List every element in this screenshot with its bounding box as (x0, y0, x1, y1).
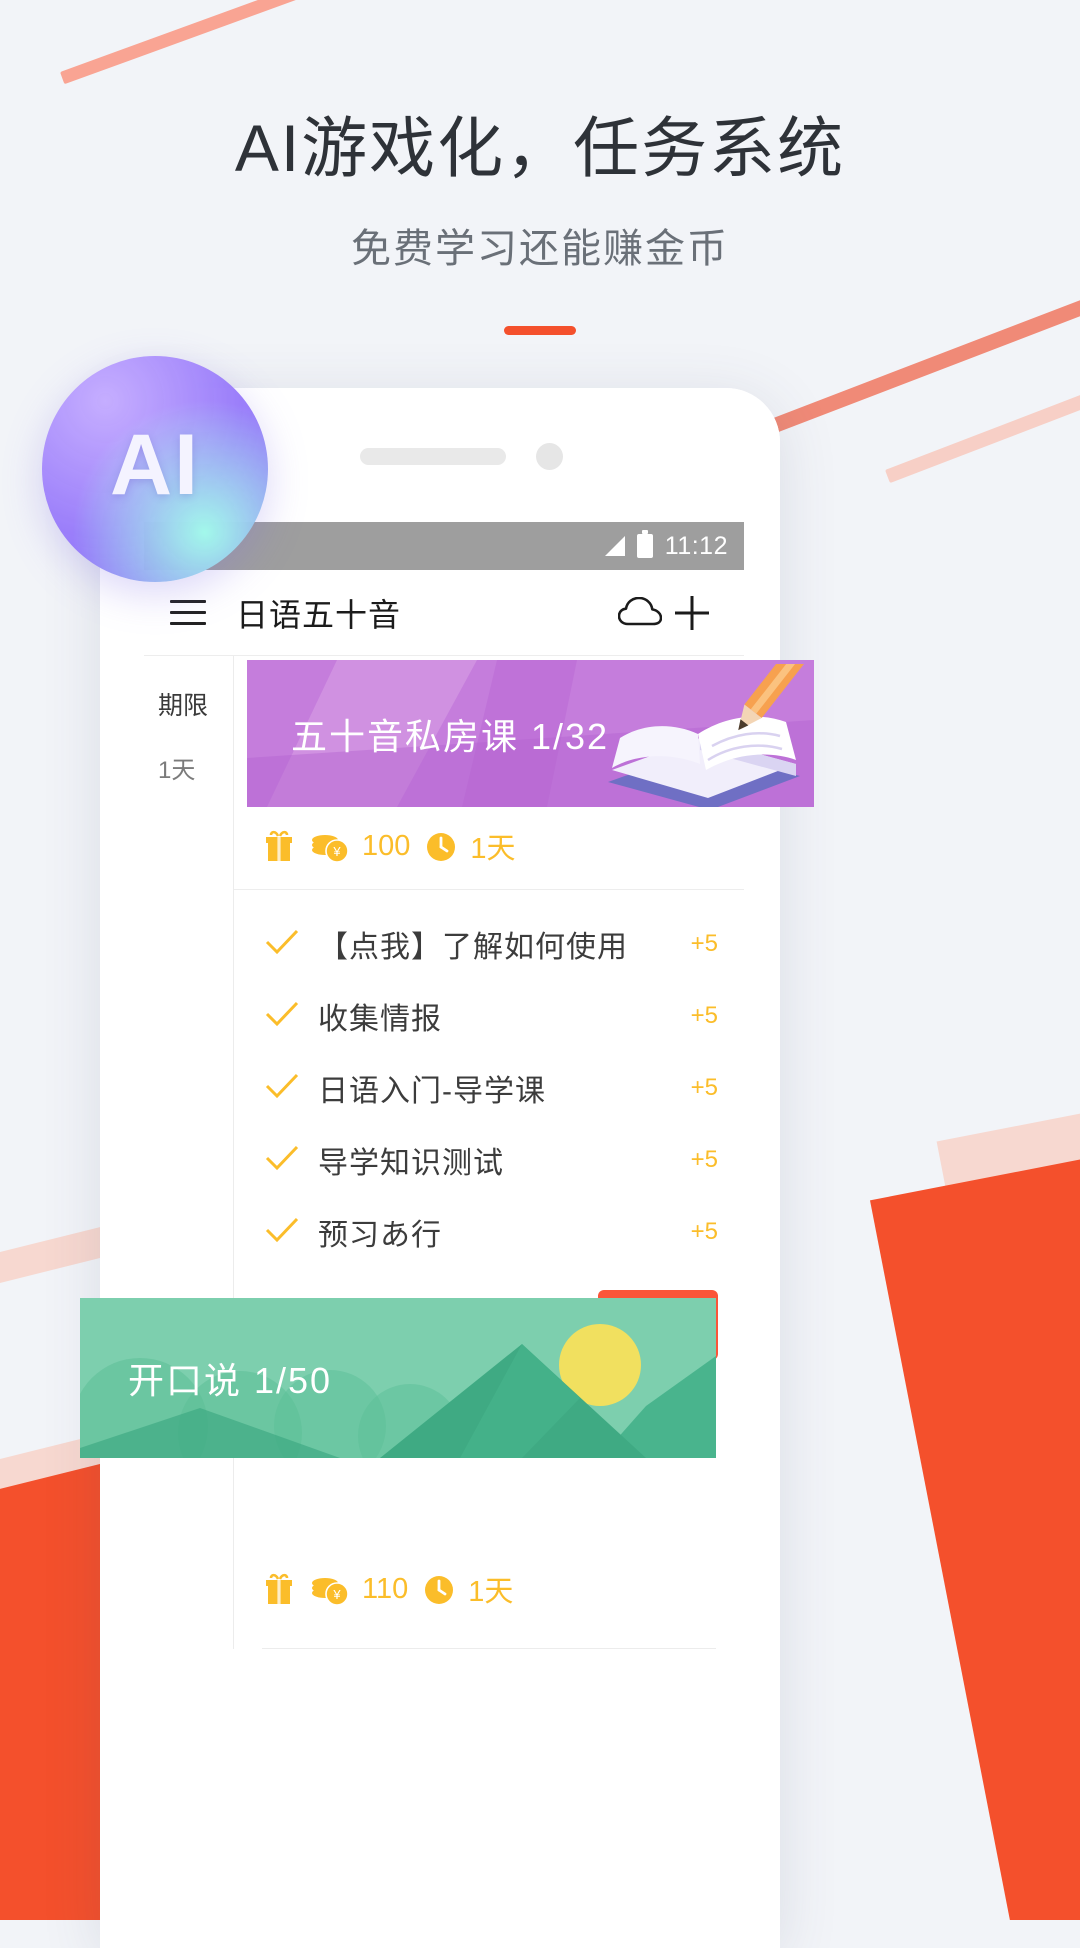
deadline-label: 期限 (158, 692, 209, 720)
reward-row: ¥ 110 1天 (234, 1546, 744, 1632)
wedge-right-coral (869, 1120, 1080, 1920)
page-subtitle: 免费学习还能赚金币 (351, 226, 729, 271)
banner-title: 五十音私房课 1/32 (291, 715, 610, 757)
gift-icon (262, 1572, 296, 1606)
banner-title: 开口说 1/50 (128, 1360, 333, 1401)
coin-stack-icon: ¥ (310, 830, 349, 863)
list-item[interactable]: 【点我】了解如何使用 +5 (234, 908, 744, 980)
todo-points: +5 (690, 1002, 718, 1029)
check-icon (264, 1000, 300, 1033)
phone-speaker (360, 448, 506, 465)
coin-value: 110 (362, 1572, 409, 1605)
course-banner-green[interactable]: 开口说 1/50 (80, 1298, 716, 1458)
coin-value: 100 (362, 829, 411, 862)
todo-label: 【点我】了解如何使用 (318, 931, 628, 964)
todo-label: 导学知识测试 (318, 1147, 504, 1180)
svg-text:¥: ¥ (332, 844, 341, 859)
list-item[interactable]: 预习あ行 +5 (234, 1196, 744, 1268)
todo-points: +5 (690, 1074, 718, 1101)
hamburger-menu-icon[interactable] (170, 600, 206, 625)
app-bar-title: 日语五十音 (236, 596, 402, 633)
time-value: 1天 (470, 833, 516, 865)
todo-label: 预习あ行 (318, 1219, 442, 1252)
todo-points: +5 (690, 1218, 718, 1245)
phone-mockup: 11:12 日语五十音 期限 1天 ¥ 100 1天 【点我】了解如何使用 +5… (100, 388, 780, 1948)
list-item[interactable]: 收集情报 +5 (234, 980, 744, 1052)
todo-label: 收集情报 (318, 1003, 442, 1036)
list-item[interactable]: 日语入门-导学课 +5 (234, 1052, 744, 1124)
phone-camera (536, 443, 563, 470)
status-bar-time: 11:12 (664, 531, 728, 560)
page-title: AI游戏化，任务系统 (234, 111, 846, 185)
clock-icon (422, 1573, 454, 1605)
hero-section: AI游戏化，任务系统 免费学习还能赚金币 (0, 0, 1080, 335)
check-icon (264, 1144, 300, 1177)
book-and-pencil-illustration (608, 664, 811, 807)
course-banner-purple[interactable]: 五十音私房课 1/32 (247, 660, 814, 807)
deadline-column: 期限 1天 (144, 656, 234, 1386)
check-icon (264, 1216, 300, 1249)
time-value: 1天 (468, 1576, 514, 1608)
gift-icon (262, 829, 296, 863)
battery-icon (636, 530, 653, 558)
ai-badge-label: AI (110, 416, 200, 513)
todo-points: +5 (690, 1146, 718, 1173)
clock-icon (424, 830, 456, 862)
title-underline-rule (504, 325, 576, 335)
todo-points: +5 (690, 930, 718, 957)
list-item[interactable]: 导学知识测试 +5 (234, 1124, 744, 1196)
plus-icon[interactable] (666, 592, 718, 634)
reward-row: ¥ 100 1天 (234, 803, 744, 890)
ai-badge: AI (42, 356, 268, 582)
todo-label: 日语入门-导学课 (318, 1075, 546, 1108)
deadline-value: 1天 (158, 757, 196, 784)
signal-triangle-icon (604, 536, 625, 556)
todo-list: 【点我】了解如何使用 +5 收集情报 +5 日语入门-导学课 +5 导学知识测试… (234, 890, 744, 1268)
check-icon (264, 928, 300, 961)
cloud-icon[interactable] (614, 596, 666, 629)
app-bar: 日语五十音 (144, 570, 744, 656)
divider (262, 1648, 716, 1649)
svg-text:¥: ¥ (332, 1587, 341, 1602)
coin-stack-icon: ¥ (310, 1573, 349, 1606)
check-icon (264, 1072, 300, 1105)
